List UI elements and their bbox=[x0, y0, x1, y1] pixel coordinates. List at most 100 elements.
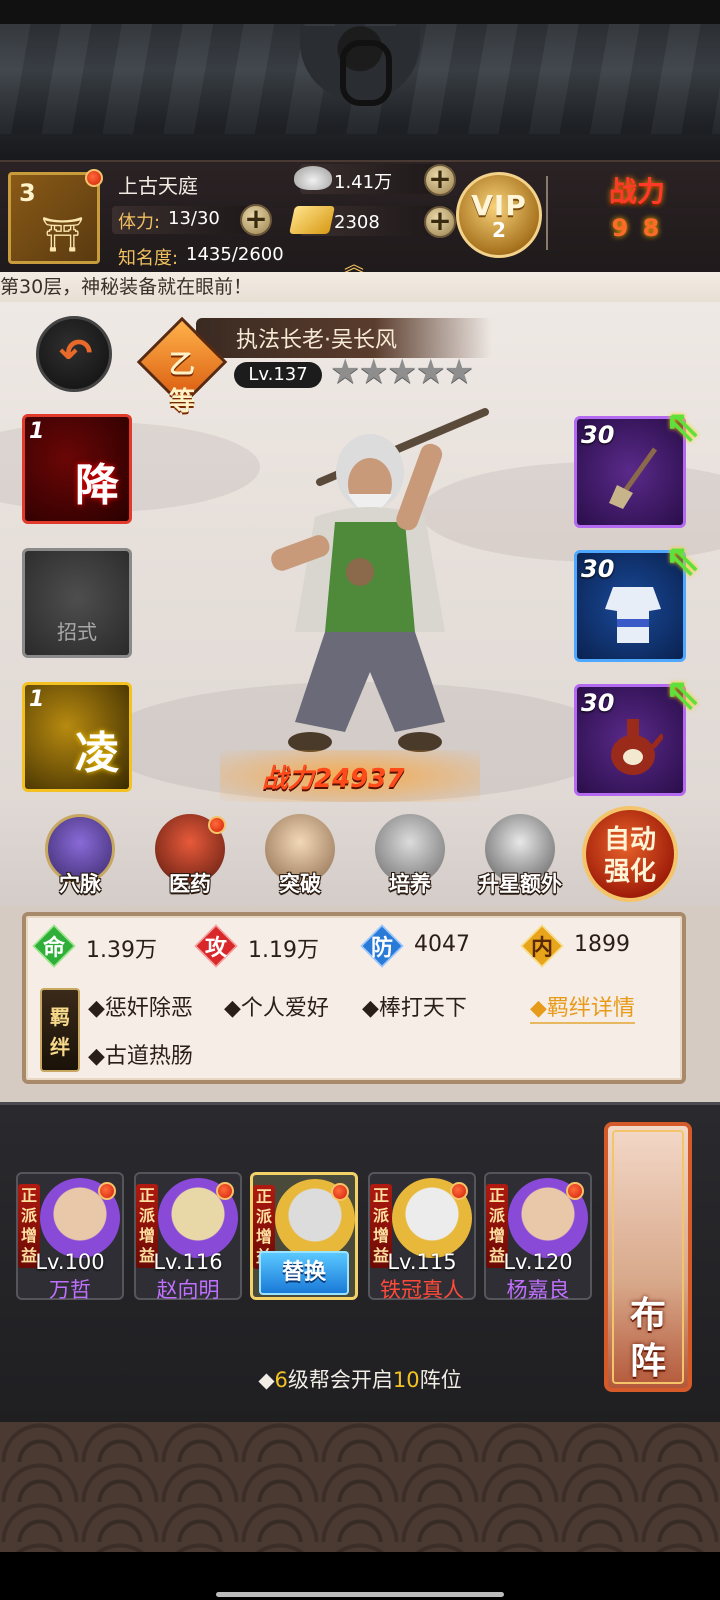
bond-detail-link[interactable]: ◆羁绊详情 bbox=[530, 990, 635, 1024]
auto-enhance-label-1: 自动 bbox=[603, 825, 656, 855]
gold-ingot-icon bbox=[289, 206, 335, 234]
stat-icon: 内 bbox=[530, 936, 553, 961]
home-gesture-handle[interactable] bbox=[216, 1592, 504, 1597]
stat-value: 1899 bbox=[574, 932, 630, 957]
add-silver-button[interactable]: + bbox=[424, 164, 456, 196]
stat-value: 1.39万 bbox=[86, 938, 157, 963]
notice-suffix: 阵位 bbox=[419, 1368, 462, 1392]
skill-slot-1[interactable]: 1 降 bbox=[22, 414, 132, 524]
add-stamina-button[interactable]: + bbox=[240, 204, 272, 236]
fame-label: 知名度: bbox=[118, 248, 179, 269]
bond-item: ◆个人爱好 bbox=[224, 996, 329, 1021]
stamina-value: 13/30 bbox=[168, 208, 220, 229]
equipment-level: 30 bbox=[581, 421, 615, 449]
notice-prefix: ◆ bbox=[258, 1368, 275, 1392]
skill-empty-label: 招式 bbox=[57, 620, 97, 644]
team-member-card[interactable]: 正派增益 Lv.120 杨嘉良 bbox=[484, 1172, 592, 1302]
equipment-level: 30 bbox=[581, 555, 615, 583]
bond-item: ◆棒打天下 bbox=[362, 996, 467, 1021]
power-label: 战力 bbox=[608, 175, 665, 208]
skill-slot-3[interactable]: 1 凌 bbox=[22, 682, 132, 792]
team-member-card-selected[interactable]: 正派增益 替换 bbox=[250, 1172, 358, 1300]
roof-banner bbox=[0, 0, 720, 160]
back-button[interactable]: ↶ bbox=[36, 316, 112, 392]
add-gold-button[interactable]: + bbox=[424, 206, 456, 238]
teapot-icon bbox=[611, 719, 663, 775]
player-avatar[interactable]: 3 ⛩ bbox=[8, 169, 103, 264]
skill-level: 1 bbox=[29, 687, 45, 712]
team-member-name: 赵向明 bbox=[156, 1278, 220, 1302]
total-power: 战力 9 8 bbox=[572, 170, 702, 260]
bond-tag: 羁 绊 bbox=[40, 988, 80, 1072]
lineup-notice: ◆6级帮会开启10阵位 bbox=[0, 1364, 720, 1394]
upgrade-arrow-icon: ⇖ bbox=[664, 401, 701, 452]
star-upgrade-button[interactable]: 升星额外 bbox=[478, 814, 562, 900]
player-level: 3 bbox=[19, 179, 36, 207]
skill-char: 降 bbox=[75, 460, 119, 511]
breakthrough-button[interactable]: 突破 bbox=[260, 814, 340, 900]
notification-dot bbox=[216, 1182, 234, 1200]
announcement-marquee: 第30层，神秘装备就在眼前！ bbox=[0, 272, 720, 302]
robe-icon bbox=[605, 587, 661, 643]
notification-dot bbox=[566, 1182, 584, 1200]
equipment-level: 30 bbox=[581, 689, 615, 717]
notification-dot bbox=[85, 169, 103, 187]
equipment-slot-weapon[interactable]: 30 ⇖ bbox=[574, 401, 701, 528]
fame-value: 1435/2600 bbox=[186, 244, 284, 265]
team-member-level: Lv.120 bbox=[503, 1250, 573, 1274]
bottom-wave-pattern bbox=[0, 1422, 720, 1552]
formation-button[interactable]: 布 阵 bbox=[604, 1122, 692, 1392]
hero-grade: 乙等 bbox=[168, 350, 195, 417]
team-member-card[interactable]: 正派增益 Lv.115 铁冠真人 bbox=[368, 1172, 476, 1302]
team-member-card[interactable]: 正派增益 Lv.100 万哲 bbox=[16, 1172, 124, 1302]
vip-badge[interactable]: VIP 2 bbox=[456, 172, 542, 258]
equipment-slot-armor[interactable]: 30 ⇖ bbox=[574, 535, 701, 662]
silver-value: 1.41万 bbox=[334, 172, 393, 193]
stamina-label: 体力: bbox=[118, 212, 161, 233]
team-member-level: Lv.116 bbox=[153, 1250, 223, 1274]
notification-dot bbox=[208, 816, 226, 834]
power-value: 9 8 bbox=[611, 214, 663, 242]
shovel-icon bbox=[609, 447, 658, 509]
team-member-name: 杨嘉良 bbox=[506, 1278, 570, 1302]
swap-button[interactable]: 替换 bbox=[259, 1251, 349, 1295]
upgrade-arrow-icon: ⇖ bbox=[664, 535, 701, 586]
notification-dot bbox=[331, 1183, 349, 1201]
hero-name: 执法长老·吴长风 bbox=[236, 328, 397, 353]
auto-enhance-label-2: 强化 bbox=[603, 857, 656, 887]
formation-label-1: 布 bbox=[629, 1295, 666, 1336]
notice-guild-level: 6 bbox=[274, 1368, 288, 1392]
function-label: 突破 bbox=[279, 872, 321, 896]
header-divider bbox=[546, 176, 548, 250]
notice-middle: 级帮会开启 bbox=[287, 1368, 393, 1392]
stat-icon: 攻 bbox=[204, 936, 227, 961]
upgrade-arrow-icon: ⇖ bbox=[664, 669, 701, 720]
silver-ingot-icon bbox=[294, 166, 332, 190]
function-label: 升星额外 bbox=[478, 872, 562, 896]
bond-tag-char-1: 羁 bbox=[50, 1005, 70, 1029]
bond-tag-char-2: 绊 bbox=[50, 1035, 70, 1059]
notification-dot bbox=[98, 1182, 116, 1200]
team-member-card[interactable]: 正派增益 Lv.116 赵向明 bbox=[134, 1172, 242, 1302]
function-label: 培养 bbox=[389, 872, 431, 896]
medicine-button[interactable]: 医药 bbox=[150, 814, 230, 900]
back-arrow-icon: ↶ bbox=[59, 331, 93, 377]
hero-power: 战力24937 bbox=[262, 764, 405, 794]
roof-ornament bbox=[300, 26, 420, 106]
star-rating: ★★★★★ bbox=[330, 352, 474, 392]
bond-item: ◆古道热肠 bbox=[88, 1044, 193, 1069]
equipment-slot-accessory[interactable]: 30 ⇖ bbox=[574, 669, 701, 796]
team-member-name: 万哲 bbox=[49, 1278, 91, 1302]
skill-char: 凌 bbox=[75, 728, 119, 779]
skill-level: 1 bbox=[29, 419, 45, 444]
function-label: 医药 bbox=[169, 872, 211, 896]
auto-enhance-button[interactable]: 自动 强化 bbox=[582, 806, 678, 902]
hero-level: Lv.137 bbox=[234, 362, 322, 388]
cultivate-button[interactable]: 培养 bbox=[370, 814, 450, 900]
skill-slot-2[interactable]: 招式 bbox=[22, 548, 132, 658]
acupoint-button[interactable]: 穴脉 bbox=[40, 814, 120, 900]
stat-icon: 防 bbox=[370, 936, 393, 961]
hero-portrait bbox=[271, 408, 489, 752]
team-member-level: Lv.100 bbox=[35, 1250, 105, 1274]
pagoda-icon: ⛩ bbox=[41, 215, 85, 255]
